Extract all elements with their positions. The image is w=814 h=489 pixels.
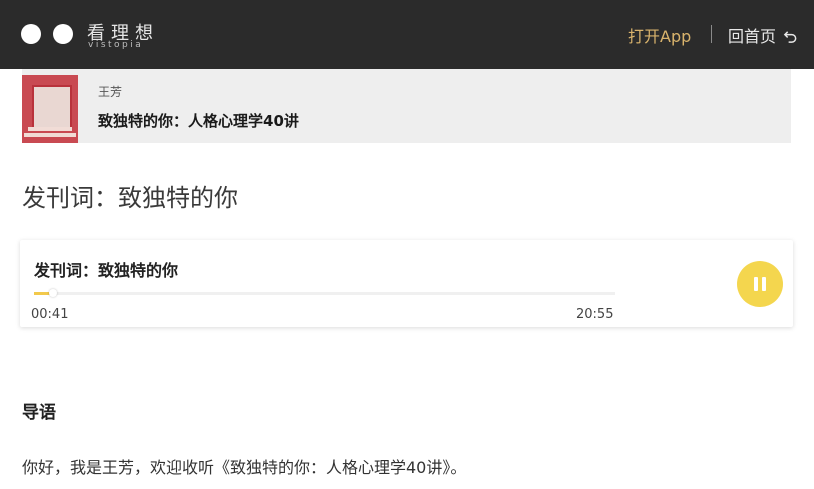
return-arrow-icon [783,31,797,43]
progress-bar[interactable] [34,289,615,297]
course-card[interactable]: 王芳 致独特的你：人格心理学40讲 [22,69,791,143]
course-cover-image [22,75,78,143]
home-link[interactable]: 回首页 [728,23,798,47]
pause-icon [762,277,766,291]
home-link-label: 回首页 [728,27,777,46]
progress-handle[interactable] [49,289,58,297]
top-bar: 看理想 vistopia 打开App 回首页 [0,0,814,69]
pause-button[interactable] [737,261,783,307]
logo-dot-icon [21,24,41,44]
brand-name-en: vistopia [88,40,144,50]
section-heading: 导语 [22,403,56,423]
total-time: 20:55 [576,307,614,322]
intro-paragraph: 你好，我是王芳，欢迎收听《致独特的你：人格心理学40讲》。 [22,458,467,477]
course-title: 致独特的你：人格心理学40讲 [98,112,299,130]
audio-player: 发刊词：致独特的你 00:41 20:55 [20,240,793,327]
open-app-link[interactable]: 打开App [628,23,691,47]
current-time: 00:41 [31,307,69,322]
player-track-title: 发刊词：致独特的你 [34,261,179,280]
logo-dot-icon [53,24,73,44]
header-divider [711,25,712,43]
article-title: 发刊词：致独特的你 [22,184,238,212]
pause-icon [754,277,758,291]
course-author: 王芳 [98,85,123,99]
